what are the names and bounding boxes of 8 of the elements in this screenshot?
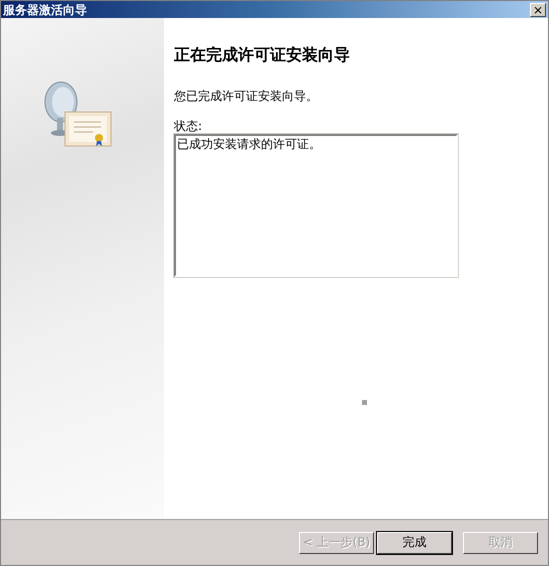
completion-message: 您已完成许可证安装向导。: [174, 89, 318, 103]
finish-button[interactable]: 完成: [377, 532, 452, 554]
marker-icon: [362, 400, 367, 405]
window-title: 服务器激活向导: [3, 2, 87, 16]
status-label: 状态:: [174, 119, 202, 133]
wizard-heading: 正在完成许可证安装向导: [174, 45, 350, 65]
status-field[interactable]: 已成功安装请求的许可证。: [174, 134, 458, 277]
close-button[interactable]: ×: [530, 2, 546, 16]
